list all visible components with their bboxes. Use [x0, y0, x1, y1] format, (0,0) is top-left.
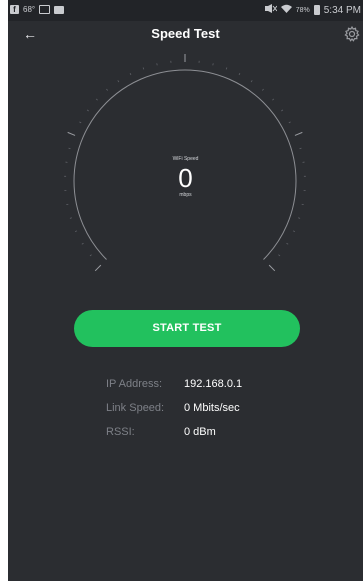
gauge-tick [288, 121, 291, 124]
app-screen: f 68° 78% 5:34 PM ← Speed Test WiFi Spee… [8, 0, 363, 581]
info-row-link-speed: Link Speed: 0 Mbits/sec [106, 396, 326, 420]
gauge-tick [68, 147, 71, 150]
gauge-tick [81, 242, 84, 245]
gauge-tick [117, 80, 120, 83]
mute-icon [264, 4, 278, 16]
app-bar: ← Speed Test [8, 21, 363, 48]
wifi-icon [280, 4, 292, 16]
message-icon [54, 5, 65, 14]
status-temp: 68° [23, 5, 36, 14]
gauge-tick [292, 230, 296, 233]
gauge-tick [238, 73, 241, 76]
gauge-tick [294, 131, 303, 136]
gauge-tick [74, 230, 78, 233]
gauge-tick [272, 98, 275, 101]
battery-percent: 78% [295, 6, 310, 14]
gauge-tick [69, 217, 72, 219]
gauge-tick [250, 80, 253, 83]
page-title: Speed Test [151, 26, 220, 41]
gauge-tick [278, 254, 281, 257]
gauge-tick [299, 147, 302, 150]
info-row-ip: IP Address: 192.168.0.1 [106, 372, 326, 396]
gauge-tick [79, 121, 82, 124]
speed-gauge: WiFi Speed 0 mbps [8, 48, 363, 278]
status-left: f 68° [10, 5, 65, 14]
gauge-tick [225, 67, 228, 70]
battery-icon [313, 5, 320, 15]
gauge-tick [89, 254, 92, 257]
start-test-button[interactable]: START TEST [74, 310, 300, 347]
gauge-tick [281, 109, 284, 112]
gauge-tick [94, 264, 102, 272]
gauge-tick [142, 67, 145, 70]
gauge-tick [286, 242, 289, 245]
gauge-value: 0 [178, 163, 193, 193]
gauge-tick [106, 88, 109, 91]
link-speed-value: 0 Mbits/sec [184, 402, 240, 414]
gauge-tick [298, 217, 301, 219]
status-bar: f 68° 78% 5:34 PM [8, 0, 363, 21]
gauge-unit: mbps [179, 192, 192, 198]
gauge-tick [261, 88, 264, 91]
status-time: 5:34 PM [323, 4, 361, 16]
info-row-rssi: RSSI: 0 dBm [106, 420, 326, 444]
gauge-readout: WiFi Speed 0 mbps [8, 156, 363, 198]
ip-address-value: 192.168.0.1 [184, 378, 243, 390]
gear-icon [344, 25, 360, 42]
gauge-tick [268, 264, 276, 272]
gauge-tick [67, 131, 76, 136]
rssi-label: RSSI: [106, 426, 135, 438]
ip-address-label: IP Address: [106, 378, 163, 390]
facebook-icon: f [10, 5, 19, 14]
gauge-tick [129, 73, 132, 76]
image-icon [39, 5, 51, 14]
gauge-label: WiFi Speed [172, 156, 199, 162]
settings-button[interactable] [343, 25, 361, 43]
gauge-tick [86, 109, 89, 112]
status-right: 78% 5:34 PM [264, 4, 361, 16]
rssi-value: 0 dBm [184, 426, 216, 438]
network-info: IP Address: 192.168.0.1 Link Speed: 0 Mb… [106, 372, 326, 444]
link-speed-label: Link Speed: [106, 402, 165, 414]
gauge-tick [95, 98, 98, 101]
